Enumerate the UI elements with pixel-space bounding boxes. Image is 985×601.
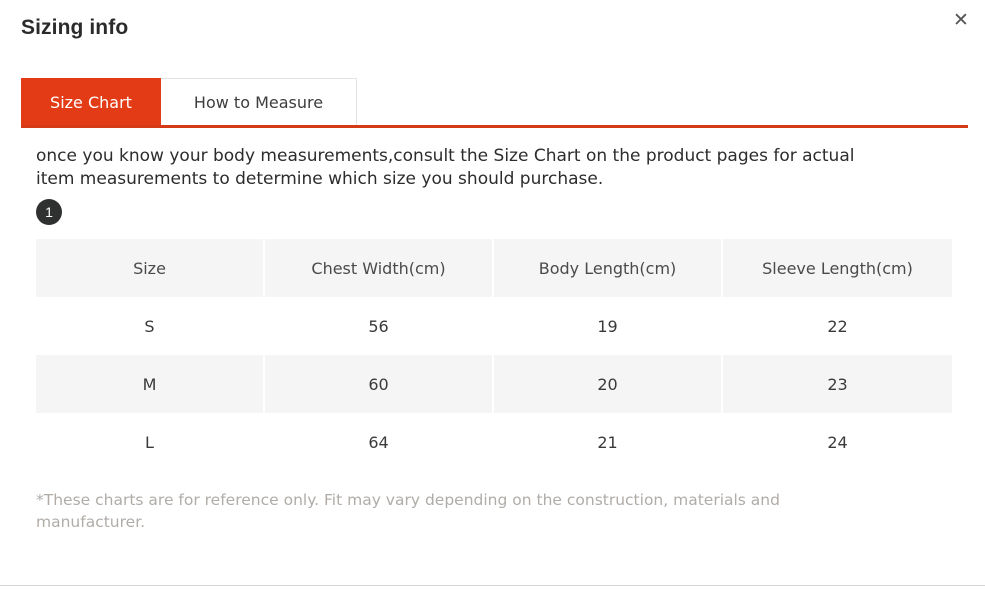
table-body: S 56 19 22 M 60 20 23 L 64 21 24 <box>36 297 952 471</box>
table-row: L 64 21 24 <box>36 413 952 471</box>
cell-body-length: 19 <box>494 297 723 355</box>
tab-active-underline <box>21 125 968 128</box>
cell-chest-width: 64 <box>265 413 494 471</box>
footnote-text: *These charts are for reference only. Fi… <box>36 491 780 531</box>
cell-body-length: 21 <box>494 413 723 471</box>
cell-sleeve-length: 23 <box>723 355 952 413</box>
cell-sleeve-length: 22 <box>723 297 952 355</box>
table-row: S 56 19 22 <box>36 297 952 355</box>
column-header-sleeve-length: Sleeve Length(cm) <box>723 239 952 297</box>
tab-bar: Size Chart How to Measure <box>0 78 985 132</box>
intro-text: once you know your body measurements,con… <box>36 146 855 189</box>
cell-size: L <box>36 413 265 471</box>
tab-size-chart[interactable]: Size Chart <box>21 78 161 126</box>
step-badge: 1 <box>36 199 62 225</box>
tab-how-to-measure-label: How to Measure <box>193 92 324 112</box>
table-header-row: Size Chest Width(cm) Body Length(cm) Sle… <box>36 239 952 297</box>
column-header-size: Size <box>36 239 265 297</box>
cell-sleeve-length: 24 <box>723 413 952 471</box>
column-header-chest-width: Chest Width(cm) <box>265 239 494 297</box>
table-head: Size Chest Width(cm) Body Length(cm) Sle… <box>36 239 952 297</box>
modal-header: Sizing info ✕ <box>0 0 985 62</box>
close-icon[interactable]: ✕ <box>947 6 975 34</box>
column-header-body-length: Body Length(cm) <box>494 239 723 297</box>
tab-how-to-measure[interactable]: How to Measure <box>161 78 357 126</box>
cell-chest-width: 60 <box>265 355 494 413</box>
bottom-ghost-right <box>760 587 763 597</box>
bottom-divider <box>0 585 985 586</box>
size-chart-table: Size Chest Width(cm) Body Length(cm) Sle… <box>36 239 952 471</box>
cell-body-length: 20 <box>494 355 723 413</box>
bottom-cut-off-region <box>0 587 985 601</box>
bottom-ghost-left <box>650 587 653 597</box>
table-row: M 60 20 23 <box>36 355 952 413</box>
page-title: Sizing info <box>21 16 129 39</box>
tab-list: Size Chart How to Measure <box>21 78 357 126</box>
tab-size-chart-label: Size Chart <box>50 92 132 112</box>
cell-size: M <box>36 355 265 413</box>
cell-size: S <box>36 297 265 355</box>
cell-chest-width: 56 <box>265 297 494 355</box>
